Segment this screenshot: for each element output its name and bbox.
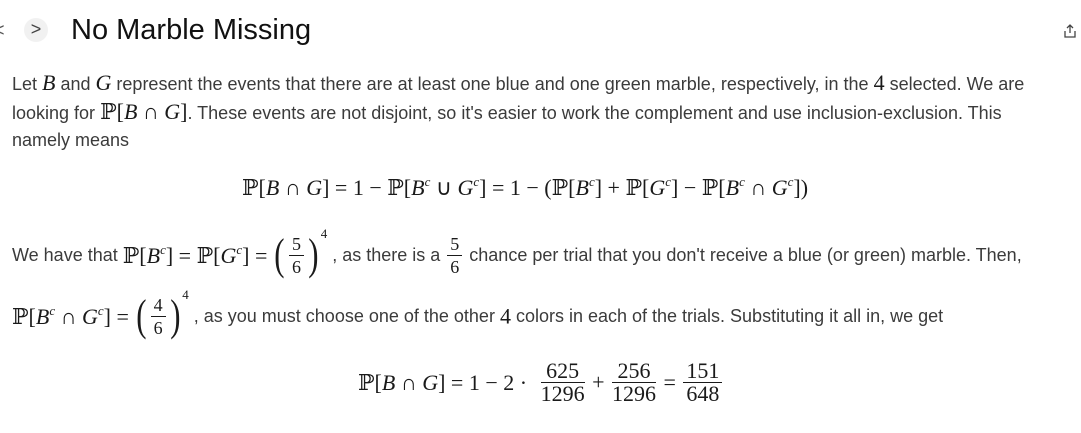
- paragraph-line-2: looking for ℙ[B ∩ G]. These events are n…: [12, 99, 1002, 125]
- paragraph-line-1: Let B and G represent the events that th…: [12, 70, 1025, 95]
- header: < > No Marble Missing: [0, 0, 1081, 62]
- page-title: No Marble Missing: [71, 14, 312, 46]
- share-icon[interactable]: [1064, 24, 1076, 38]
- equation-final: ℙ[B ∩ G] = 1 − 2 · 625 1296 + 256 1296 = 1…: [358, 360, 724, 405]
- paragraph-line-3: namely means: [12, 130, 130, 150]
- paragraph-line-5: ℙ[Bc ∩ Gc] = (4 6) 4 , as you must choose …: [12, 287, 944, 341]
- back-chevron-icon[interactable]: <: [0, 20, 5, 41]
- equation-complement: ℙ[B ∩ G] = 1 − ℙ[Bc ∪ Gc] = 1 − (ℙ[Bc] +…: [242, 174, 809, 201]
- paragraph-line-4: We have that ℙ[Bc] = ℙ[Gc] = (5 6) 4 , as …: [12, 226, 1022, 280]
- forward-chevron-icon[interactable]: >: [24, 18, 48, 42]
